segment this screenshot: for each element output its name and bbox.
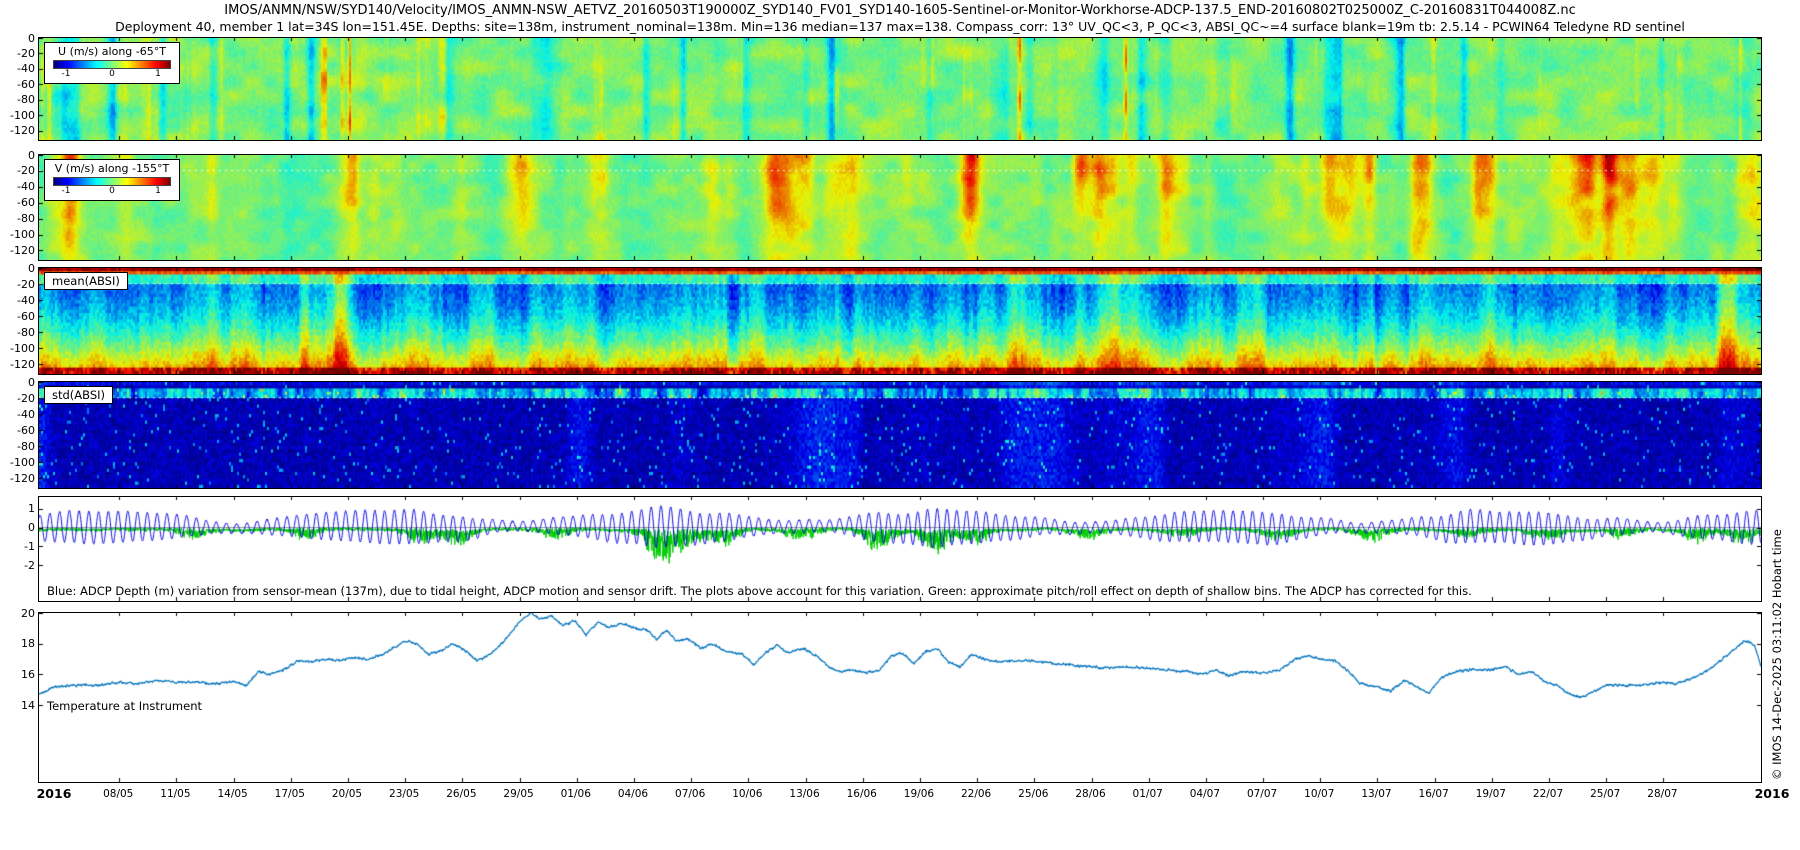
v-legend-title: V (m/s) along -155°T — [53, 162, 171, 175]
v-velocity-heatmap — [39, 155, 1761, 260]
v-colorbar — [53, 177, 171, 186]
x-tick-label: 10/07 — [1304, 788, 1334, 800]
y-tick-label: -40 — [2, 62, 35, 75]
x-tick-label: 22/06 — [961, 788, 991, 800]
v-colorbar-tick: 0 — [109, 186, 115, 196]
y-tick-label: -80 — [2, 440, 35, 453]
x-tick-label: 26/05 — [446, 788, 476, 800]
x-tick-label: 25/06 — [1018, 788, 1048, 800]
x-tick-label: 23/05 — [389, 788, 419, 800]
y-tick-label: -120 — [2, 124, 35, 137]
x-tick-label: 16/07 — [1419, 788, 1449, 800]
temperature-label: Temperature at Instrument — [47, 699, 202, 713]
panel-temperature: Temperature at Instrument — [38, 612, 1762, 783]
mean-absi-heatmap — [39, 268, 1761, 374]
v-colorbar-tick: -1 — [61, 186, 70, 196]
v-colorbar-ticks: -1 0 1 — [53, 186, 171, 197]
x-tick-label: 07/06 — [675, 788, 705, 800]
x-tick-label: 04/06 — [618, 788, 648, 800]
u-colorbar-legend: U (m/s) along -65°T -1 0 1 — [44, 42, 180, 84]
v-colorbar-legend: V (m/s) along -155°T -1 0 1 — [44, 159, 180, 201]
x-tick-label: 11/05 — [160, 788, 190, 800]
u-colorbar-ticks: -1 0 1 — [53, 69, 171, 80]
x-tick-label: 25/07 — [1590, 788, 1620, 800]
y-tick-label: -80 — [2, 93, 35, 106]
x-tick-label: 14/05 — [217, 788, 247, 800]
y-tick-label: -60 — [2, 196, 35, 209]
x-tick-label: 20/05 — [332, 788, 362, 800]
x-tick-label: 16/06 — [847, 788, 877, 800]
v-colorbar-tick: 1 — [155, 186, 161, 196]
x-tick-label: 01/07 — [1133, 788, 1163, 800]
y-tick-label: -100 — [2, 456, 35, 469]
y-tick-label: -80 — [2, 212, 35, 225]
x-tick-label: 04/07 — [1190, 788, 1220, 800]
figure-title: IMOS/ANMN/NSW/SYD140/Velocity/IMOS_ANMN-… — [0, 3, 1800, 18]
y-tick-label: -100 — [2, 109, 35, 122]
y-tick-label: 0 — [2, 376, 35, 389]
x-tick-label: 13/06 — [789, 788, 819, 800]
y-tick-label: -2 — [2, 559, 35, 572]
y-tick-label: -20 — [2, 164, 35, 177]
figure-subtitle: Deployment 40, member 1 lat=34S lon=151.… — [0, 19, 1800, 34]
y-tick-label: 0 — [2, 521, 35, 534]
y-tick-label: -20 — [2, 47, 35, 60]
x-tick-label: 10/06 — [732, 788, 762, 800]
panel-mean-absi: mean(ABSI) — [38, 267, 1762, 375]
y-tick-label: 18 — [2, 637, 35, 650]
y-tick-label: -60 — [2, 78, 35, 91]
x-tick-label: 08/05 — [103, 788, 133, 800]
y-tick-label: -100 — [2, 342, 35, 355]
x-tick-label: 01/06 — [561, 788, 591, 800]
y-tick-label: -100 — [2, 228, 35, 241]
std-absi-label: std(ABSI) — [44, 386, 113, 404]
panel-v-velocity: V (m/s) along -155°T -1 0 1 — [38, 154, 1762, 261]
y-tick-label: -40 — [2, 408, 35, 421]
x-tick-label: 19/07 — [1476, 788, 1506, 800]
y-tick-label: -60 — [2, 310, 35, 323]
x-tick-label: 29/05 — [503, 788, 533, 800]
u-colorbar-tick: -1 — [61, 69, 70, 79]
std-absi-heatmap — [39, 382, 1761, 488]
y-tick-label: -40 — [2, 294, 35, 307]
y-tick-label: -20 — [2, 392, 35, 405]
y-tick-label: 14 — [2, 699, 35, 712]
y-tick-label: 16 — [2, 668, 35, 681]
x-tick-label: 22/07 — [1533, 788, 1563, 800]
panel-u-velocity: U (m/s) along -65°T -1 0 1 — [38, 37, 1762, 141]
y-tick-label: -80 — [2, 326, 35, 339]
mean-absi-label: mean(ABSI) — [44, 272, 128, 290]
y-tick-label: 1 — [2, 502, 35, 515]
depth-variation-note: Blue: ADCP Depth (m) variation from sens… — [47, 584, 1472, 598]
y-tick-label: 0 — [2, 262, 35, 275]
y-tick-label: -120 — [2, 244, 35, 257]
x-tick-label: 19/06 — [904, 788, 934, 800]
x-tick-label: 28/06 — [1075, 788, 1105, 800]
y-tick-label: 0 — [2, 149, 35, 162]
u-legend-title: U (m/s) along -65°T — [53, 45, 171, 58]
adcp-summary-figure: IMOS/ANMN/NSW/SYD140/Velocity/IMOS_ANMN-… — [0, 0, 1800, 850]
y-tick-label: 20 — [2, 607, 35, 620]
y-tick-label: 0 — [2, 32, 35, 45]
y-tick-label: -120 — [2, 472, 35, 485]
u-colorbar-tick: 1 — [155, 69, 161, 79]
panel-std-absi: std(ABSI) — [38, 381, 1762, 489]
u-velocity-heatmap — [39, 38, 1761, 140]
x-axis-year-left: 2016 — [37, 786, 72, 801]
x-axis-year-right: 2016 — [1755, 786, 1790, 801]
panel-depth-variation: Blue: ADCP Depth (m) variation from sens… — [38, 496, 1762, 602]
temperature-plot — [39, 613, 1761, 782]
x-tick-label: 07/07 — [1247, 788, 1277, 800]
u-colorbar — [53, 60, 171, 69]
x-tick-label: 28/07 — [1647, 788, 1677, 800]
y-tick-label: -40 — [2, 180, 35, 193]
y-tick-label: -60 — [2, 424, 35, 437]
y-tick-label: -20 — [2, 278, 35, 291]
x-tick-label: 13/07 — [1361, 788, 1391, 800]
y-tick-label: -120 — [2, 358, 35, 371]
y-tick-label: -1 — [2, 540, 35, 553]
x-tick-label: 17/05 — [275, 788, 305, 800]
u-colorbar-tick: 0 — [109, 69, 115, 79]
copyright-watermark: © IMOS 14-Dec-2025 03:11:02 Hobart time — [1770, 529, 1784, 780]
